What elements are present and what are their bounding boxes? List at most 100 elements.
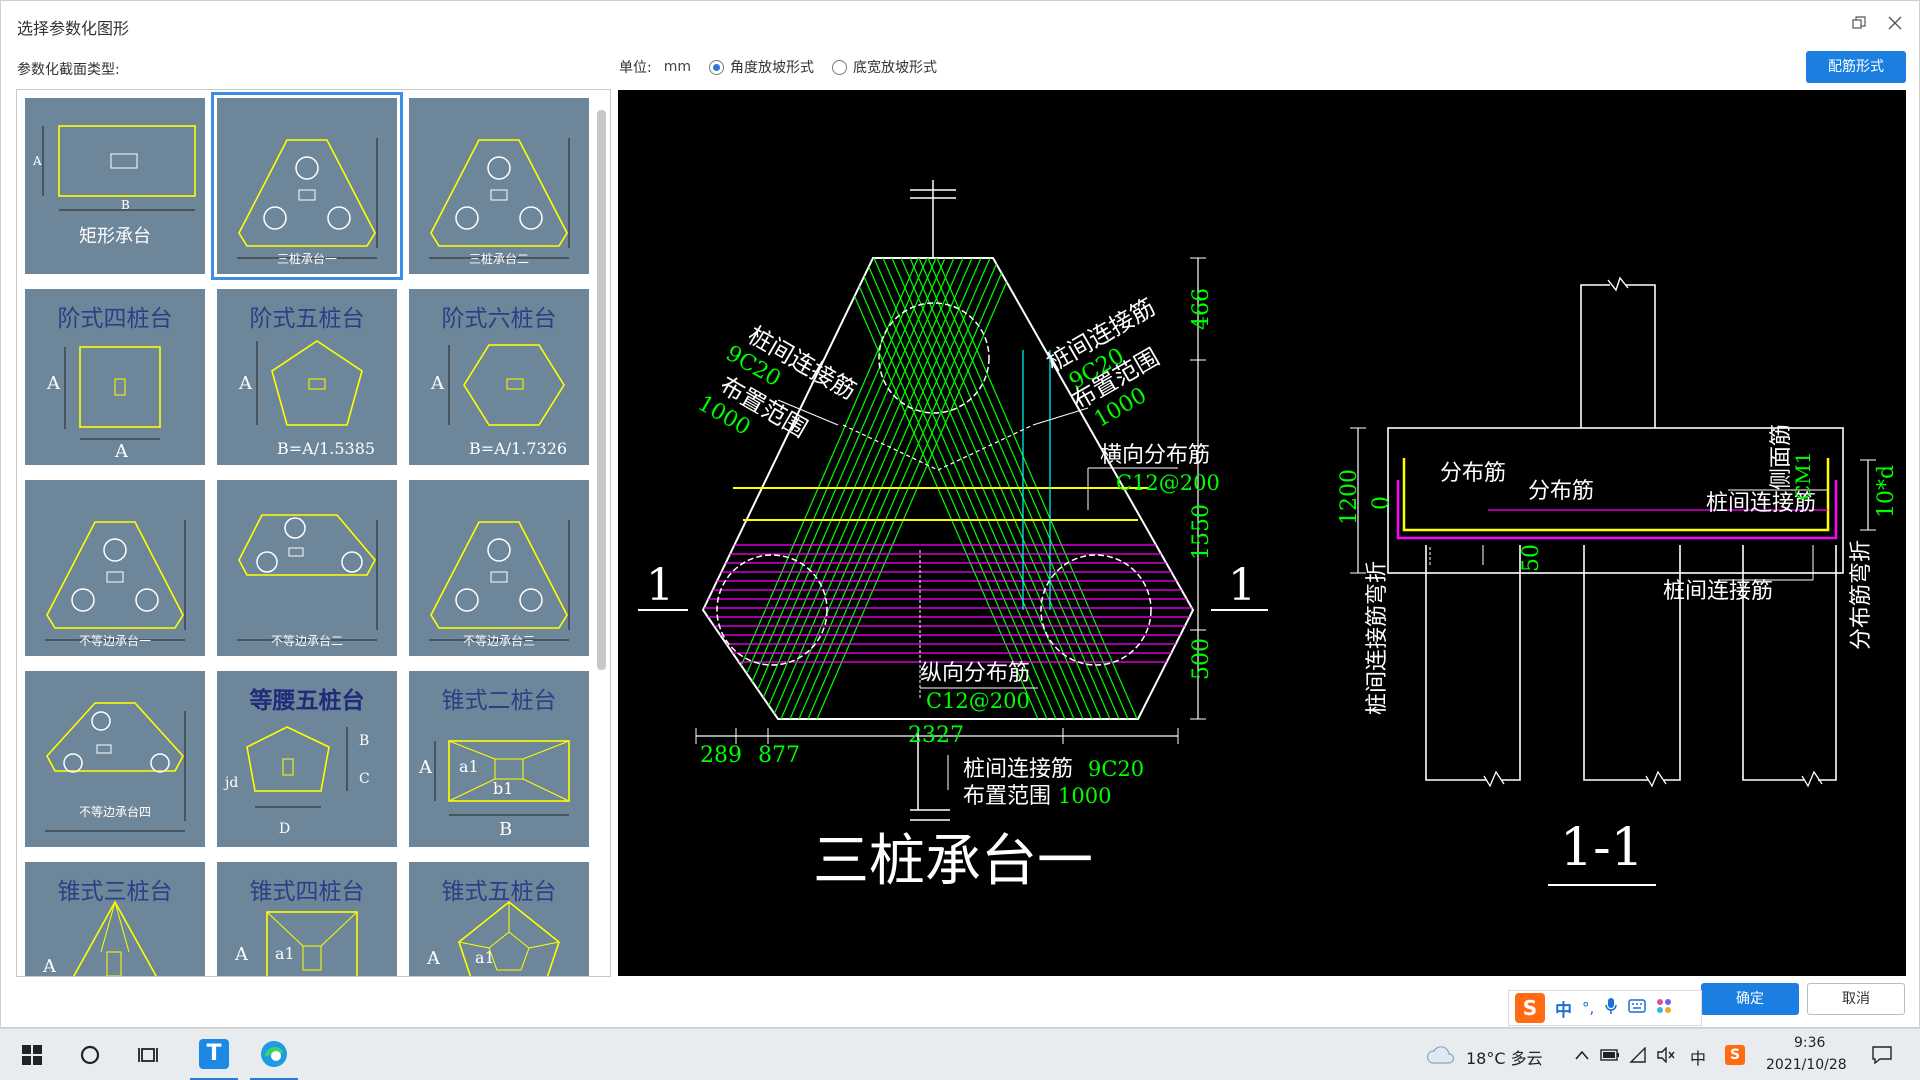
shape-tile[interactable]: 不等边承台一 <box>25 480 205 656</box>
chevron-up-icon[interactable] <box>1570 1029 1594 1080</box>
ime-punct[interactable]: °, <box>1582 999 1594 1017</box>
dim-500: 500 <box>1189 638 1214 680</box>
shape-tile[interactable]: 等腰五桩台 B Cjd D <box>217 671 397 847</box>
wifi-icon[interactable] <box>1626 1029 1650 1080</box>
clock-date[interactable]: 2021/10/28 <box>1766 1057 1847 1073</box>
tile-name: 三桩承台二 <box>468 252 529 266</box>
tile-label-b: a1 <box>459 757 479 776</box>
weather-text[interactable]: 18°C 多云 <box>1466 1045 1543 1069</box>
shape-tile[interactable]: 阶式四桩台 A A <box>25 289 205 465</box>
section-type-label: 参数化截面类型: <box>17 62 120 78</box>
edge-browser-icon[interactable] <box>250 1029 298 1080</box>
tile-label-b: B=A/1.5385 <box>277 439 376 458</box>
dim-1200: 1200 <box>1337 469 1362 525</box>
toolbox-icon[interactable] <box>1656 998 1672 1018</box>
keyboard-icon[interactable] <box>1628 999 1647 1017</box>
dim-877: 877 <box>758 743 800 768</box>
transverse-spec: C12@200 <box>1116 471 1220 495</box>
shape-tile[interactable]: 锥式三桩台 Aa1 <box>25 862 205 977</box>
tile-label-a: A <box>43 956 56 977</box>
bottom-rebar-label: 桩间连接筋 <box>963 757 1073 782</box>
shape-tile[interactable]: 锥式二桩台 Aa1 b1 B <box>409 671 589 847</box>
rebar-form-button[interactable]: 配筋形式 <box>1806 51 1906 83</box>
tile-name: 不等边承台二 <box>270 634 343 648</box>
shape-tile[interactable]: 矩形承台 A B <box>25 98 205 274</box>
gallery-scrollbar[interactable] <box>597 110 606 670</box>
bottom-rebar-spec: 9C20 <box>1088 757 1144 781</box>
tile-label-b: B=A/1.7326 <box>469 439 568 458</box>
tile-name: 三桩承台一 <box>276 252 337 266</box>
radio-width-slope[interactable]: 底宽放坡形式 <box>832 57 937 77</box>
search-icon[interactable] <box>66 1029 114 1080</box>
tile-label-a: B <box>359 733 370 749</box>
shape-tile[interactable]: 三桩承台二 <box>409 98 589 274</box>
radio-angle-slope[interactable]: 角度放坡形式 <box>709 57 814 77</box>
radio-width-label: 底宽放坡形式 <box>853 60 937 76</box>
ime-lang[interactable]: 中 <box>1555 996 1572 1021</box>
volume-muted-icon[interactable] <box>1654 1029 1678 1080</box>
tile-name: 锥式三桩台 <box>57 879 173 905</box>
section-title: 1-1 <box>1560 818 1644 878</box>
microphone-icon[interactable] <box>1604 997 1618 1019</box>
shape-gallery[interactable]: 矩形承台 A B 三桩承台一 三桩承台二 阶式四桩台 A A 阶式五桩台 A B=A/1.5385 阶… <box>16 89 611 977</box>
section-mark-right: 1 <box>1228 560 1256 611</box>
plan-title: 三桩承台一 <box>813 829 1093 894</box>
section-side-spec: CM1 <box>1791 451 1815 500</box>
tile-name: 阶式六桩台 <box>441 306 557 332</box>
tile-name: 等腰五桩台 <box>249 687 365 714</box>
radio-dot[interactable] <box>832 59 847 75</box>
radio-dot-selected[interactable] <box>709 59 724 75</box>
dim-289: 289 <box>700 743 742 768</box>
tile-name: 不等边承台三 <box>462 634 535 648</box>
unit-bar: 单位: mm 角度放坡形式 底宽放坡形式 <box>619 57 949 77</box>
cancel-button[interactable]: 取消 <box>1807 983 1905 1015</box>
notification-icon[interactable] <box>1862 1029 1902 1080</box>
shape-tile[interactable]: 三桩承台一 <box>211 92 403 280</box>
sogou-logo-icon[interactable]: S <box>1515 993 1545 1023</box>
ime-toolbar[interactable]: S 中 °, <box>1508 990 1702 1026</box>
tile-label-a: A <box>235 944 248 965</box>
battery-icon[interactable] <box>1598 1029 1622 1080</box>
tile-label-a: A <box>47 373 60 394</box>
shape-tile[interactable]: 锥式四桩台 Aa1 <box>217 862 397 976</box>
tile-label-b: C <box>359 771 370 787</box>
app-t-icon[interactable]: T <box>190 1029 238 1080</box>
radio-angle-label: 角度放坡形式 <box>730 60 814 76</box>
section-connect-bottom: 桩间连接筋 <box>1663 579 1773 604</box>
tile-label-a: A <box>419 757 432 778</box>
tile-label-a: A <box>239 373 252 394</box>
section-dist-1: 分布筋 <box>1440 461 1506 486</box>
clock-time[interactable]: 9:36 <box>1794 1035 1825 1051</box>
input-language[interactable]: 中 <box>1690 1045 1706 1069</box>
shape-tile[interactable]: 不等边承台二 <box>217 480 397 656</box>
tile-name: 锥式四桩台 <box>249 879 365 905</box>
section-dist-2: 分布筋 <box>1528 479 1594 504</box>
close-icon[interactable] <box>1883 13 1907 37</box>
dim-2327: 2327 <box>908 723 964 748</box>
tile-label-b: B <box>121 198 130 212</box>
section-bend-left: 桩间连接筋弯折 <box>1365 561 1390 715</box>
shape-tile[interactable]: 锥式五桩台 Aa1 <box>409 862 589 976</box>
shape-tile[interactable]: 阶式六桩台 A B=A/1.7326 <box>409 289 589 465</box>
tile-label-b: a1 <box>89 974 109 976</box>
ok-button[interactable]: 确定 <box>1701 983 1799 1015</box>
section-view <box>1350 276 1876 788</box>
drawing-preview: 1 1 466 1550 500 289 877 2327 桩间连接筋 9C20… <box>618 90 1906 976</box>
tile-name: 矩形承台 <box>79 226 151 247</box>
tile-label-a: A <box>427 948 440 969</box>
tile-name: 阶式五桩台 <box>249 306 365 332</box>
restore-icon[interactable] <box>1847 13 1871 37</box>
tile-name: 不等边承台四 <box>78 805 151 819</box>
tile-label-b: a1 <box>475 948 495 967</box>
weather-cloud-icon[interactable] <box>1426 1029 1456 1080</box>
tile-label-d: D <box>279 821 291 837</box>
tile-label-b: a1 <box>275 944 295 963</box>
taskbar: T 18°C 多云 中 S 9:36 2021/10/28 <box>0 1028 1920 1080</box>
windows-start-icon[interactable] <box>8 1029 56 1080</box>
shape-tile[interactable]: 阶式五桩台 A B=A/1.5385 <box>217 289 397 465</box>
shape-tile[interactable]: 不等边承台三 <box>409 480 589 656</box>
unit-value: mm <box>663 59 691 75</box>
task-view-icon[interactable] <box>124 1029 172 1080</box>
shape-tile[interactable]: 不等边承台四 <box>25 671 205 847</box>
sogou-tray-icon[interactable]: S <box>1722 1029 1748 1080</box>
